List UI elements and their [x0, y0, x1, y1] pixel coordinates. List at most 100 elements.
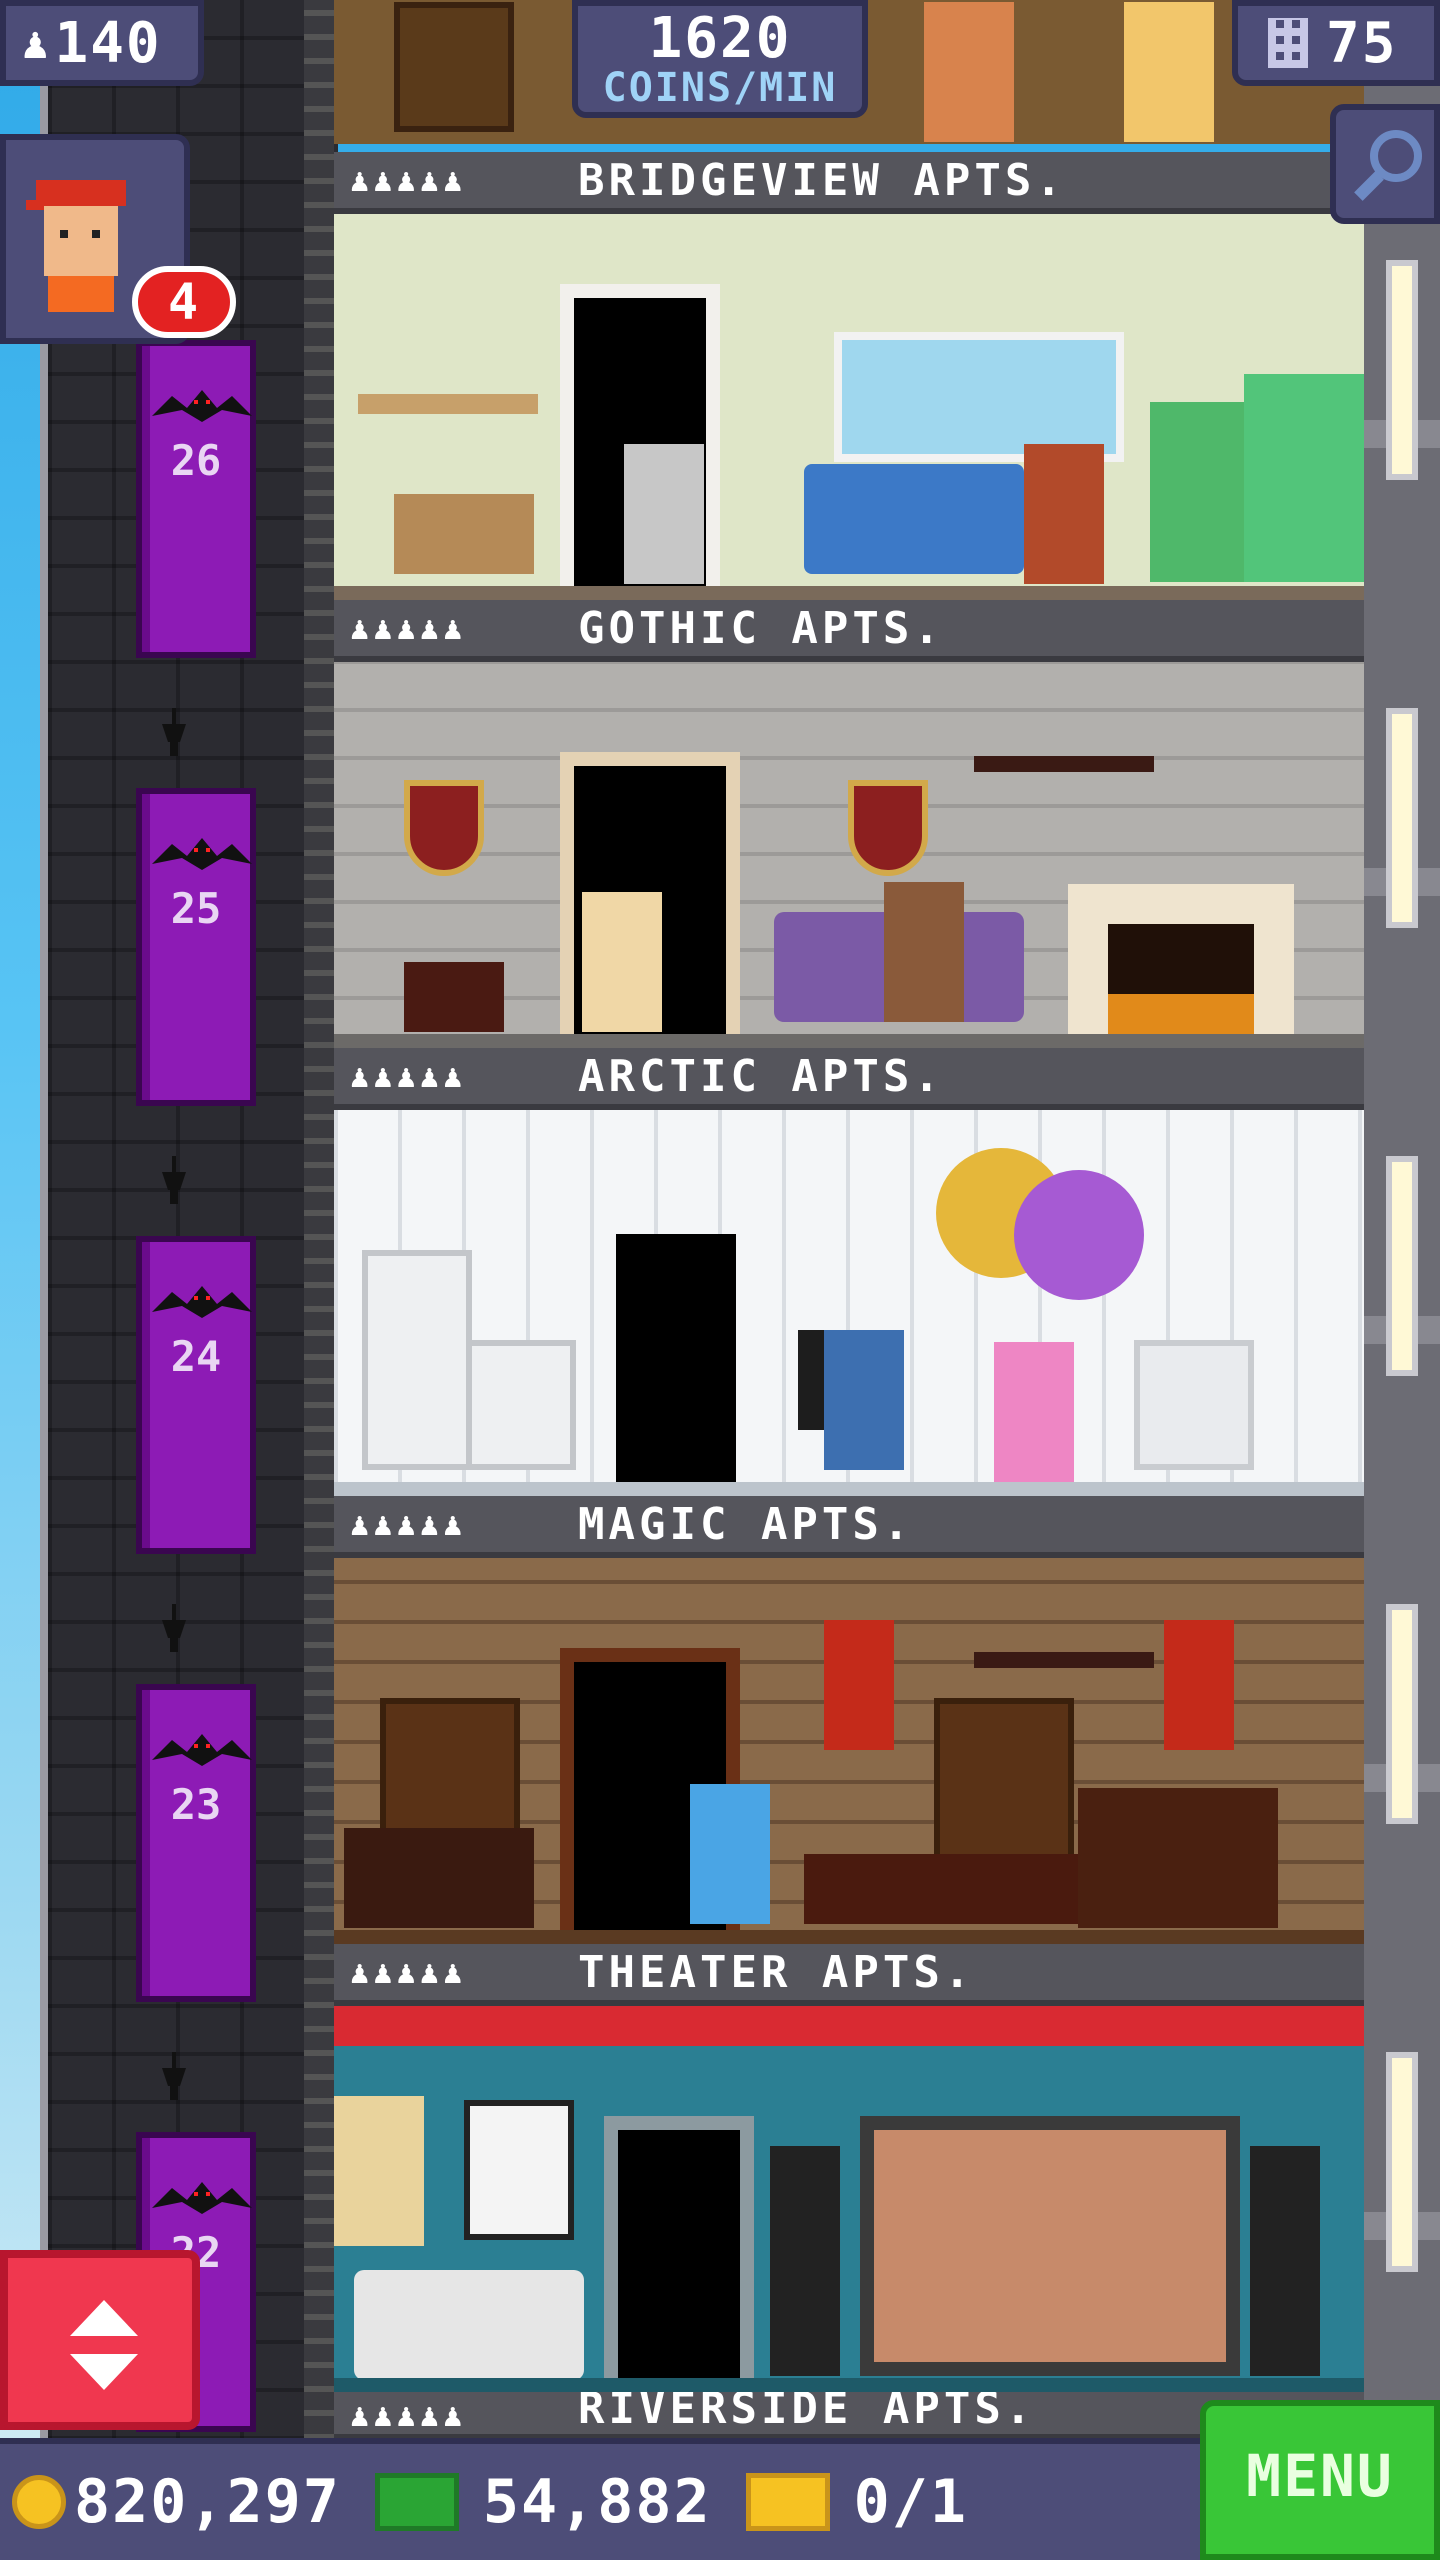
- elevator-button[interactable]: [0, 2250, 200, 2430]
- room-floor: [334, 2378, 1364, 2392]
- coins-per-min-panel: 1620 COINS/MIN: [572, 0, 868, 118]
- floor-name: MAGIC APTS.: [578, 1498, 914, 1550]
- bitizen[interactable]: [1124, 2, 1214, 142]
- shield-decoration: [404, 780, 484, 876]
- sofa: [354, 2270, 584, 2380]
- population-counter[interactable]: ♟ 140: [0, 0, 204, 86]
- poster: [464, 2100, 574, 2240]
- floor-magic[interactable]: ♟♟♟♟♟ MAGIC APTS.: [334, 1496, 1364, 1944]
- coin-icon: [12, 2475, 66, 2529]
- elevator-stop: 23: [80, 1564, 304, 2012]
- tv-screen: [860, 2116, 1240, 2376]
- window: [834, 332, 1124, 462]
- floor-name: GOTHIC APTS.: [578, 602, 944, 654]
- bitizen[interactable]: [624, 444, 704, 584]
- table: [344, 1828, 534, 1928]
- chandelier: [974, 1578, 1154, 1668]
- bitizen[interactable]: [994, 1342, 1074, 1482]
- floor-bridgeview[interactable]: ♟♟♟♟♟ BRIDGEVIEW APTS.: [334, 152, 1364, 600]
- floor-sign: ♟♟♟♟♟ MAGIC APTS.: [334, 1496, 1364, 1558]
- building-icon: [1268, 18, 1308, 68]
- floor-name: RIVERSIDE APTS.: [578, 2392, 1036, 2434]
- bux-icon: [374, 2473, 459, 2531]
- elevator-car[interactable]: 26: [136, 340, 256, 658]
- window: [1386, 708, 1418, 928]
- balloons: [1014, 1170, 1144, 1300]
- elevator-floor-number: 24: [170, 1332, 222, 1381]
- floor-counter[interactable]: 75: [1232, 0, 1440, 86]
- floor-room: [334, 2006, 1364, 2392]
- floor-stars: ♟♟♟♟♟: [350, 161, 467, 199]
- shelf: [358, 394, 538, 414]
- bitizen[interactable]: [884, 882, 964, 1022]
- desk: [804, 1854, 1094, 1924]
- floor-room: [334, 214, 1364, 600]
- bat-icon: [152, 2182, 252, 2214]
- floor-stars: ♟♟♟♟♟: [350, 609, 467, 647]
- bitizen[interactable]: [824, 1330, 904, 1470]
- population-value: 140: [54, 10, 162, 76]
- elevator-car[interactable]: 23: [136, 1684, 256, 2002]
- floor-room: [334, 662, 1364, 1048]
- coins-per-min-value: 1620: [648, 6, 792, 71]
- room-floor: [334, 586, 1364, 600]
- visitor-button[interactable]: 4: [0, 134, 236, 344]
- floor-name: ARCTIC APTS.: [578, 1050, 944, 1102]
- visitor-count-badge: 4: [132, 266, 236, 338]
- bat-icon: [152, 1734, 252, 1766]
- window: [1386, 2052, 1418, 2272]
- elevator-floor-number: 25: [170, 884, 222, 933]
- chandelier: [974, 682, 1154, 772]
- bat-icon: [152, 1286, 252, 1318]
- bitizen[interactable]: [1024, 444, 1104, 584]
- floor-stars: ♟♟♟♟♟: [350, 2396, 467, 2434]
- lamp-icon: [162, 708, 186, 756]
- floor-arctic[interactable]: ♟♟♟♟♟ ARCTIC APTS.: [334, 1048, 1364, 1496]
- elevator-stop: 25: [80, 668, 304, 1116]
- fireplace: [1078, 1788, 1278, 1928]
- window: [1386, 260, 1418, 480]
- bitizen[interactable]: [924, 2, 1014, 142]
- lamp-icon: [162, 1604, 186, 1652]
- stove: [466, 1340, 576, 1470]
- door: [618, 2130, 740, 2378]
- floor-room: [334, 1558, 1364, 1944]
- elevator-rail: [304, 0, 334, 2440]
- speaker: [770, 2146, 840, 2376]
- shield-decoration: [848, 780, 928, 876]
- window: [1386, 1156, 1418, 1376]
- find-bitizen-button[interactable]: [1330, 104, 1440, 224]
- bux-display[interactable]: 54,882: [374, 2467, 712, 2537]
- floor-stars: ♟♟♟♟♟: [350, 1953, 467, 1991]
- bux-value: 54,882: [482, 2467, 712, 2537]
- banner: [1164, 1620, 1234, 1750]
- banner: [824, 1620, 894, 1750]
- bitizen[interactable]: [690, 1784, 770, 1924]
- floor-count-value: 75: [1326, 10, 1398, 76]
- coins-display[interactable]: 820,297: [0, 2467, 341, 2537]
- floor-room: [334, 1110, 1364, 1496]
- floor-sign: ♟♟♟♟♟ BRIDGEVIEW APTS.: [334, 152, 1364, 214]
- elevator-stop: 24: [80, 1116, 304, 1564]
- ticket-icon: [745, 2473, 830, 2531]
- floor-gothic[interactable]: ♟♟♟♟♟ GOTHIC APTS.: [334, 600, 1364, 1048]
- menu-button[interactable]: MENU: [1200, 2400, 1440, 2560]
- bitizen[interactable]: [582, 892, 662, 1032]
- elevator-car[interactable]: 24: [136, 1236, 256, 1554]
- tickets-value: 0/1: [853, 2467, 968, 2537]
- coins-value: 820,297: [74, 2467, 341, 2537]
- armchair: [1134, 1340, 1254, 1470]
- window: [1386, 1604, 1418, 1824]
- floor-theater[interactable]: ♟♟♟♟♟ THEATER APTS.: [334, 1944, 1364, 2392]
- elevator-car[interactable]: 25: [136, 788, 256, 1106]
- side-table: [404, 962, 504, 1032]
- arrow-down-icon: [70, 2354, 138, 2390]
- bat-icon: [152, 838, 252, 870]
- fireplace-fire: [1108, 924, 1254, 1034]
- bat-icon: [152, 390, 252, 422]
- lamp-icon: [162, 1156, 186, 1204]
- floor-name: BRIDGEVIEW APTS.: [578, 154, 1066, 206]
- room-floor: [334, 1930, 1364, 1944]
- tickets-display[interactable]: 0/1: [745, 2467, 968, 2537]
- elevator-floor-number: 23: [170, 1780, 222, 1829]
